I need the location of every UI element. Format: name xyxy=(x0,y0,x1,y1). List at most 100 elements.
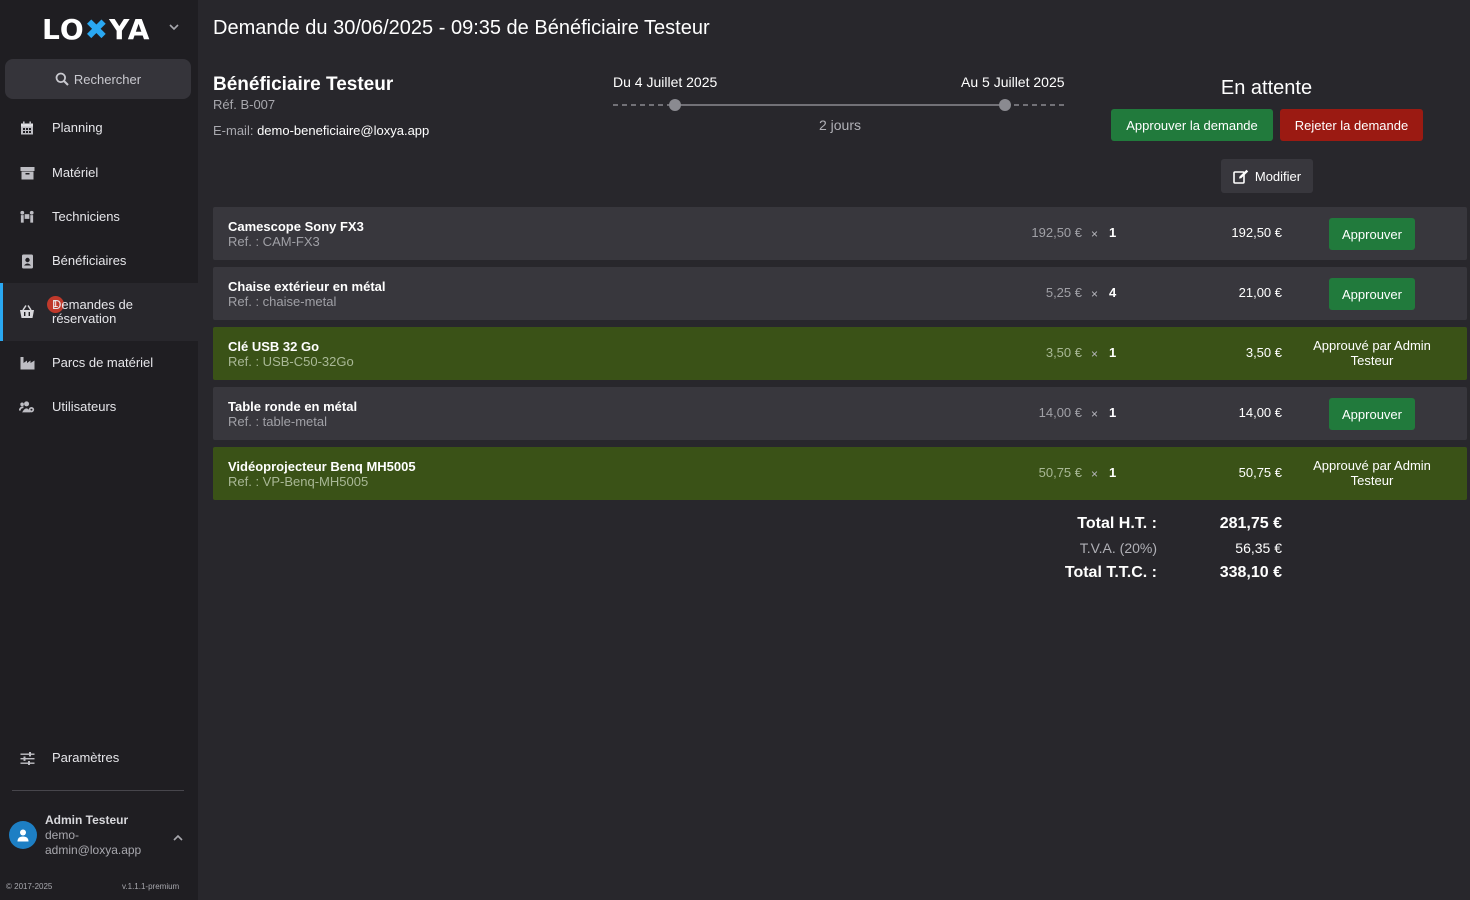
sidebar-item-planning[interactable]: Planning xyxy=(0,119,198,137)
item-name: Camescope Sony FX3 xyxy=(228,219,364,234)
page-title: Demande du 30/06/2025 - 09:35 de Bénéfic… xyxy=(213,17,710,39)
basket-icon: 1 xyxy=(19,296,64,320)
item-unit-price: 50,75 € xyxy=(1038,465,1082,480)
email-label: E-mail: xyxy=(213,123,254,138)
item-unit-price: 5,25 € xyxy=(1045,285,1082,300)
item-quantity: 1 xyxy=(1109,345,1117,360)
times-icon: × xyxy=(1091,287,1099,301)
beneficiary-email[interactable]: demo-beneficiaire@loxya.app xyxy=(257,123,429,138)
sidebar-item-techniciens[interactable]: Techniciens xyxy=(0,208,198,226)
sidebar-item-materiel[interactable]: Matériel xyxy=(0,164,198,182)
modify-button[interactable]: Modifier xyxy=(1221,159,1313,193)
item-name: Clé USB 32 Go xyxy=(228,339,320,354)
item-name: Table ronde en métal xyxy=(228,399,358,414)
item-name: Chaise extérieur en métal xyxy=(228,279,386,294)
industry-icon xyxy=(19,355,35,371)
sidebar: LO✖YA Rechercher Planning Matériel Techn… xyxy=(0,0,198,900)
approved-by-label: Approuvé par Admin Testeur xyxy=(1313,338,1431,368)
total-ht-value: 281,75 € xyxy=(1219,515,1282,532)
approve-request-button[interactable]: Approuver la demande xyxy=(1111,109,1273,141)
search-label: Rechercher xyxy=(73,71,142,87)
sidebar-item-label: Demandes de réservation xyxy=(52,297,133,326)
calendar-icon xyxy=(19,120,35,136)
modify-label: Modifier xyxy=(1254,168,1302,184)
sidebar-item-label: Parcs de matériel xyxy=(52,355,154,370)
item-total: 192,50 € xyxy=(1231,225,1282,240)
sidebar-item-label: Planning xyxy=(52,120,103,135)
sidebar-item-label: Utilisateurs xyxy=(52,399,117,414)
list-item: Table ronde en métal Ref. : table-metal … xyxy=(213,387,1467,440)
sidebar-item-label: Matériel xyxy=(52,165,99,180)
item-quantity: 1 xyxy=(1109,225,1117,240)
item-quantity: 4 xyxy=(1109,285,1117,300)
item-unit-price: 3,50 € xyxy=(1045,345,1082,360)
user-icon xyxy=(17,829,29,841)
sliders-icon xyxy=(19,750,35,766)
people-carry-icon xyxy=(19,209,35,225)
loxya-logo[interactable]: LO✖YA xyxy=(42,12,151,46)
item-total: 14,00 € xyxy=(1238,405,1282,420)
sidebar-item-parcs[interactable]: Parcs de matériel xyxy=(0,354,198,372)
version: v.1.1.1-premium xyxy=(122,882,180,891)
times-icon: × xyxy=(1091,467,1099,481)
user-email: demo-admin@loxya.app xyxy=(45,828,142,857)
times-icon: × xyxy=(1091,407,1099,421)
period-timeline xyxy=(613,98,1067,112)
item-unit-price: 192,50 € xyxy=(1031,225,1082,240)
approve-item-button[interactable]: Approuver xyxy=(1329,398,1415,430)
item-unit-price: 14,00 € xyxy=(1038,405,1082,420)
copyright: © 2017-2025 xyxy=(6,882,53,891)
item-ref: Ref. : VP-Benq-MH5005 xyxy=(228,474,369,489)
logo-x-mark: ✖ xyxy=(84,12,110,46)
sidebar-item-label: Bénéficiaires xyxy=(52,253,127,268)
duration: 2 jours xyxy=(818,117,862,133)
request-status: En attente xyxy=(1220,77,1313,99)
sidebar-divider xyxy=(12,790,184,791)
list-item: Clé USB 32 Go Ref. : USB-C50-32Go 3,50 €… xyxy=(213,327,1467,380)
item-total: 50,75 € xyxy=(1238,465,1282,480)
search-icon xyxy=(55,72,69,86)
item-quantity: 1 xyxy=(1109,465,1117,480)
users-cog-icon xyxy=(19,399,35,415)
item-name: Vidéoprojecteur Benq MH5005 xyxy=(228,459,416,474)
reject-request-button[interactable]: Rejeter la demande xyxy=(1280,109,1423,141)
beneficiary-name[interactable]: Bénéficiaire Testeur xyxy=(213,74,393,96)
box-icon xyxy=(19,165,35,181)
approve-item-button[interactable]: Approuver xyxy=(1329,218,1415,250)
item-total: 3,50 € xyxy=(1245,345,1282,360)
sidebar-item-beneficiaires[interactable]: Bénéficiaires xyxy=(0,252,198,270)
date-from: Du 4 Juillet 2025 xyxy=(613,74,718,90)
item-ref: Ref. : USB-C50-32Go xyxy=(228,354,354,369)
chevron-down-icon[interactable] xyxy=(168,20,182,36)
sidebar-item-parametres[interactable]: Paramètres xyxy=(0,749,198,767)
total-ttc-label: Total T.T.C. : xyxy=(1064,564,1157,581)
search-button[interactable]: Rechercher xyxy=(5,59,191,99)
item-quantity: 1 xyxy=(1109,405,1117,420)
item-total: 21,00 € xyxy=(1238,285,1282,300)
total-ht-label: Total H.T. : xyxy=(1077,515,1157,532)
approved-by-label: Approuvé par Admin Testeur xyxy=(1313,458,1431,488)
total-ttc-value: 338,10 € xyxy=(1219,564,1282,581)
chevron-up-icon[interactable] xyxy=(172,830,184,848)
list-item: Chaise extérieur en métal Ref. : chaise-… xyxy=(213,267,1467,320)
sidebar-item-demandes-reservation[interactable]: 1 Demandes de réservation xyxy=(0,283,198,341)
list-item: Camescope Sony FX3 Ref. : CAM-FX3 192,50… xyxy=(213,207,1467,260)
address-book-icon xyxy=(19,253,35,269)
item-ref: Ref. : CAM-FX3 xyxy=(228,234,320,249)
avatar[interactable] xyxy=(9,821,37,849)
date-to: Au 5 Juillet 2025 xyxy=(961,74,1065,90)
item-ref: Ref. : table-metal xyxy=(228,414,327,429)
sidebar-item-label: Techniciens xyxy=(52,209,120,224)
user-name: Admin Testeur xyxy=(45,813,129,827)
beneficiary-email-line: E-mail: demo-beneficiaire@loxya.app xyxy=(213,123,429,138)
times-icon: × xyxy=(1091,347,1099,361)
list-item: Vidéoprojecteur Benq MH5005 Ref. : VP-Be… xyxy=(213,447,1467,500)
sidebar-item-label: Paramètres xyxy=(52,750,120,765)
vat-value: 56,35 € xyxy=(1235,540,1282,556)
logo-text: LO✖YA xyxy=(42,12,151,46)
approve-item-button[interactable]: Approuver xyxy=(1329,278,1415,310)
edit-icon xyxy=(1233,169,1249,184)
sidebar-item-utilisateurs[interactable]: Utilisateurs xyxy=(0,398,198,416)
item-ref: Ref. : chaise-metal xyxy=(228,294,337,309)
times-icon: × xyxy=(1091,227,1099,241)
